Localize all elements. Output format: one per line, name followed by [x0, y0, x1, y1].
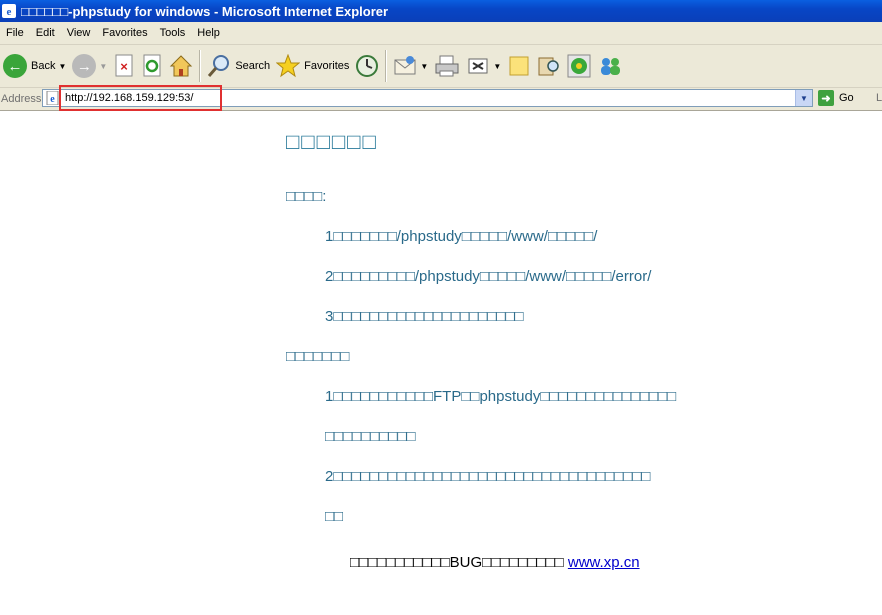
edit-icon — [468, 58, 488, 74]
favorites-button[interactable]: Favorites — [273, 49, 352, 83]
section1-item: 2□□□□□□□□□/phpstudy□□□□□/www/□□□□□/error… — [325, 268, 652, 285]
back-arrow-icon: ← — [3, 54, 27, 78]
print-button[interactable] — [431, 49, 463, 83]
page-ie-icon: e — [46, 91, 59, 105]
edit-button[interactable]: ▼ — [463, 49, 504, 83]
section2-item: 1□□□□□□□□□□□FTP□□phpstudy□□□□□□□□□□□□□□□ — [325, 388, 677, 405]
menu-help[interactable]: Help — [191, 22, 226, 44]
menu-tools[interactable]: Tools — [154, 22, 192, 44]
favorites-star-icon — [276, 54, 301, 78]
note-icon — [509, 56, 529, 76]
toolbar-separator — [199, 50, 202, 82]
section2-title: □□□□□□□ — [286, 348, 350, 365]
standard-toolbar: ← Back ▼ → ▼ × Search Favorites ▼ ▼ — [0, 45, 882, 88]
mail-dropdown-icon[interactable]: ▼ — [420, 62, 428, 71]
section2-item: 2□□□□□□□□□□□□□□□□□□□□□□□□□□□□□□□□□□□ — [325, 468, 651, 485]
research-icon — [538, 57, 560, 76]
stop-icon: × — [115, 54, 133, 77]
window-title: □□□□□□-phpstudy for windows - Microsoft … — [21, 3, 389, 19]
menu-bar: File Edit View Favorites Tools Help — [0, 22, 882, 45]
go-arrow-icon: ➜ — [818, 90, 834, 106]
address-field[interactable]: e ▼ — [42, 89, 813, 107]
edit-dropdown-icon[interactable]: ▼ — [493, 62, 501, 71]
forward-arrow-icon: → — [72, 54, 97, 78]
menu-file[interactable]: File — [0, 22, 30, 44]
favorites-label: Favorites — [304, 60, 350, 72]
search-icon — [208, 55, 230, 77]
section2-item-continuation: □□ — [325, 508, 344, 525]
print-icon — [435, 55, 459, 77]
svg-text:×: × — [121, 59, 129, 74]
svg-text:e: e — [50, 94, 55, 105]
back-dropdown-icon[interactable]: ▼ — [58, 62, 66, 71]
search-label: Search — [235, 60, 271, 72]
section1-item: 3□□□□□□□□□□□□□□□□□□□□□ — [325, 308, 524, 325]
forward-button[interactable]: → ▼ — [69, 49, 110, 83]
back-button[interactable]: ← Back ▼ — [0, 49, 69, 83]
discuss-button[interactable] — [504, 49, 534, 83]
mail-button[interactable]: ▼ — [390, 49, 431, 83]
research-button[interactable] — [534, 49, 564, 83]
address-bar: Address e ▼ ➜ Go L — [0, 88, 882, 111]
svg-text:e: e — [7, 6, 12, 18]
refresh-button[interactable] — [138, 49, 166, 83]
menu-favorites[interactable]: Favorites — [96, 22, 153, 44]
footer-note: □□□□□□□□□□□BUG□□□□□□□□□ www.xp.cn — [350, 554, 640, 571]
internet-explorer-icon: e — [2, 4, 16, 18]
footer-text: □□□□□□□□□□□BUG□□□□□□□□□ — [350, 554, 568, 571]
page-content: □□□□□□ □□□□: 1□□□□□□□/phpstudy□□□□□/www/… — [0, 111, 882, 615]
title-bar: e □□□□□□-phpstudy for windows - Microsof… — [0, 0, 882, 22]
menu-view[interactable]: View — [61, 22, 97, 44]
go-label: Go — [839, 92, 854, 104]
links-label[interactable]: L — [876, 92, 882, 104]
footer-link[interactable]: www.xp.cn — [568, 554, 640, 571]
address-input[interactable] — [65, 91, 765, 105]
forward-dropdown-icon[interactable]: ▼ — [99, 62, 107, 71]
search-button[interactable]: Search — [204, 49, 273, 83]
messenger-button[interactable] — [594, 49, 626, 83]
section1-item: 1□□□□□□□/phpstudy□□□□□/www/□□□□□/ — [325, 228, 598, 245]
go-button[interactable]: ➜ Go — [818, 90, 854, 106]
home-icon — [170, 55, 193, 77]
address-label: Address — [1, 93, 42, 105]
stop-button[interactable]: × — [110, 49, 138, 83]
history-button[interactable] — [352, 49, 382, 83]
menu-edit[interactable]: Edit — [30, 22, 61, 44]
mail-icon — [394, 56, 416, 75]
toolbar-separator — [385, 50, 388, 82]
home-button[interactable] — [166, 49, 196, 83]
address-dropdown-icon[interactable]: ▼ — [795, 90, 812, 106]
back-label: Back — [31, 60, 56, 72]
history-icon — [356, 55, 379, 77]
page-heading: □□□□□□ — [286, 129, 378, 154]
icq-flower-icon — [567, 54, 591, 78]
section2-item-continuation: □□□□□□□□□□ — [325, 428, 416, 445]
section1-title: □□□□: — [286, 188, 327, 205]
refresh-icon — [143, 54, 161, 77]
icq-button[interactable] — [564, 49, 594, 83]
messenger-icon — [601, 58, 621, 75]
